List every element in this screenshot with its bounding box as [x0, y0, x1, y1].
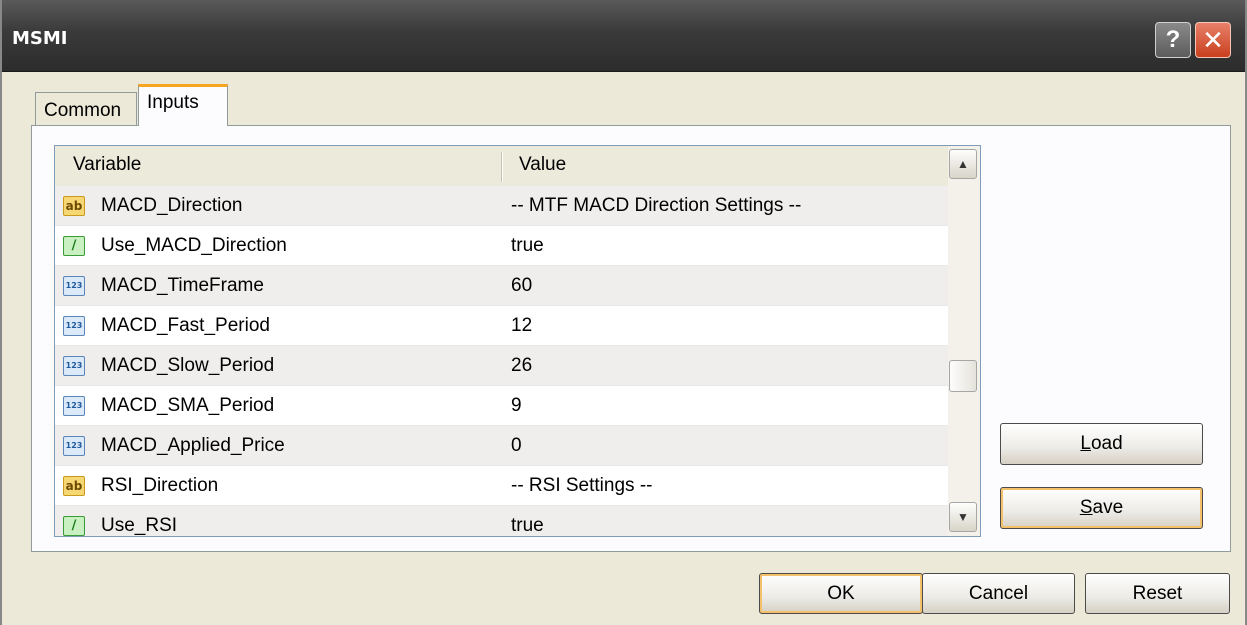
help-icon: ? [1165, 26, 1181, 53]
string-ab-icon: ab [63, 476, 85, 496]
save-button[interactable]: Save [1000, 487, 1203, 529]
variable-value[interactable]: 60 [511, 275, 532, 297]
variable-value[interactable]: 0 [511, 435, 522, 457]
tab-label: Common [44, 100, 122, 121]
variable-value[interactable]: -- RSI Settings -- [511, 475, 652, 497]
variable-name: MACD_Direction [101, 195, 243, 216]
close-icon: ✕ [1202, 24, 1224, 55]
scroll-down-button[interactable]: ▼ [949, 502, 977, 532]
grid-rows: ab MACD_Direction -- MTF MACD Direction … [55, 186, 948, 536]
variable-value[interactable]: true [511, 235, 544, 257]
scroll-up-button[interactable]: ▲ [949, 149, 977, 179]
title-bar[interactable]: MSMI ? ✕ [2, 0, 1245, 72]
table-row[interactable]: 123 MACD_Slow_Period 26 [55, 346, 948, 386]
variable-name: MACD_TimeFrame [101, 275, 264, 296]
save-label: ave [1092, 497, 1124, 518]
column-divider[interactable] [501, 152, 503, 182]
save-mnemonic: S [1079, 497, 1093, 518]
integer-123-icon: 123 [63, 396, 85, 416]
window-title: MSMI [12, 28, 68, 49]
load-button[interactable]: Load [1000, 423, 1203, 465]
tab-label: Inputs [147, 92, 199, 113]
variable-name: MACD_SMA_Period [101, 395, 275, 416]
inputs-grid: Variable Value ab MACD_Direction -- MTF … [54, 145, 981, 537]
variable-name: RSI_Direction [101, 475, 219, 496]
chevron-up-icon: ▲ [957, 157, 969, 171]
integer-123-icon: 123 [63, 276, 85, 296]
table-row[interactable]: ab MACD_Direction -- MTF MACD Direction … [55, 186, 948, 226]
tab-common[interactable]: Common [35, 92, 137, 125]
variable-value[interactable]: -- MTF MACD Direction Settings -- [511, 195, 801, 217]
table-row[interactable]: 123 MACD_Applied_Price 0 [55, 426, 948, 466]
variable-name: Use_RSI [101, 515, 178, 536]
integer-123-icon: 123 [63, 356, 85, 376]
column-header-variable[interactable]: Variable [73, 154, 141, 176]
load-mnemonic: L [1080, 433, 1091, 454]
tab-inputs[interactable]: Inputs [138, 84, 228, 126]
table-row[interactable]: 123 MACD_SMA_Period 9 [55, 386, 948, 426]
variable-name: MACD_Applied_Price [101, 435, 285, 456]
variable-name: Use_MACD_Direction [101, 235, 287, 256]
variable-value[interactable]: true [511, 515, 544, 536]
vertical-scrollbar[interactable]: ▲ ▼ [948, 146, 980, 536]
chevron-down-icon: ▼ [957, 510, 969, 524]
help-button[interactable]: ? [1155, 22, 1191, 58]
close-button[interactable]: ✕ [1195, 22, 1231, 58]
table-row[interactable]: ∕ Use_MACD_Direction true [55, 226, 948, 266]
boolean-icon: ∕ [63, 236, 85, 256]
boolean-icon: ∕ [63, 516, 85, 536]
integer-123-icon: 123 [63, 316, 85, 336]
table-row[interactable]: ∕ Use_RSI true [55, 506, 948, 536]
load-label: oad [1090, 433, 1123, 454]
dialog-window: MSMI ? ✕ Common Inputs Variable Value ab… [0, 0, 1247, 625]
column-header-value[interactable]: Value [519, 154, 566, 176]
table-row[interactable]: 123 MACD_TimeFrame 60 [55, 266, 948, 306]
string-ab-icon: ab [63, 196, 85, 216]
grid-header: Variable Value [55, 146, 948, 187]
variable-name: MACD_Slow_Period [101, 355, 275, 376]
reset-button[interactable]: Reset [1085, 573, 1230, 614]
cancel-button[interactable]: Cancel [922, 573, 1075, 614]
variable-value[interactable]: 26 [511, 355, 532, 377]
scroll-thumb[interactable] [949, 360, 977, 392]
ok-button[interactable]: OK [759, 573, 923, 614]
integer-123-icon: 123 [63, 436, 85, 456]
variable-value[interactable]: 9 [511, 395, 522, 417]
table-row[interactable]: 123 MACD_Fast_Period 12 [55, 306, 948, 346]
variable-value[interactable]: 12 [511, 315, 532, 337]
table-row[interactable]: ab RSI_Direction -- RSI Settings -- [55, 466, 948, 506]
variable-name: MACD_Fast_Period [101, 315, 270, 336]
